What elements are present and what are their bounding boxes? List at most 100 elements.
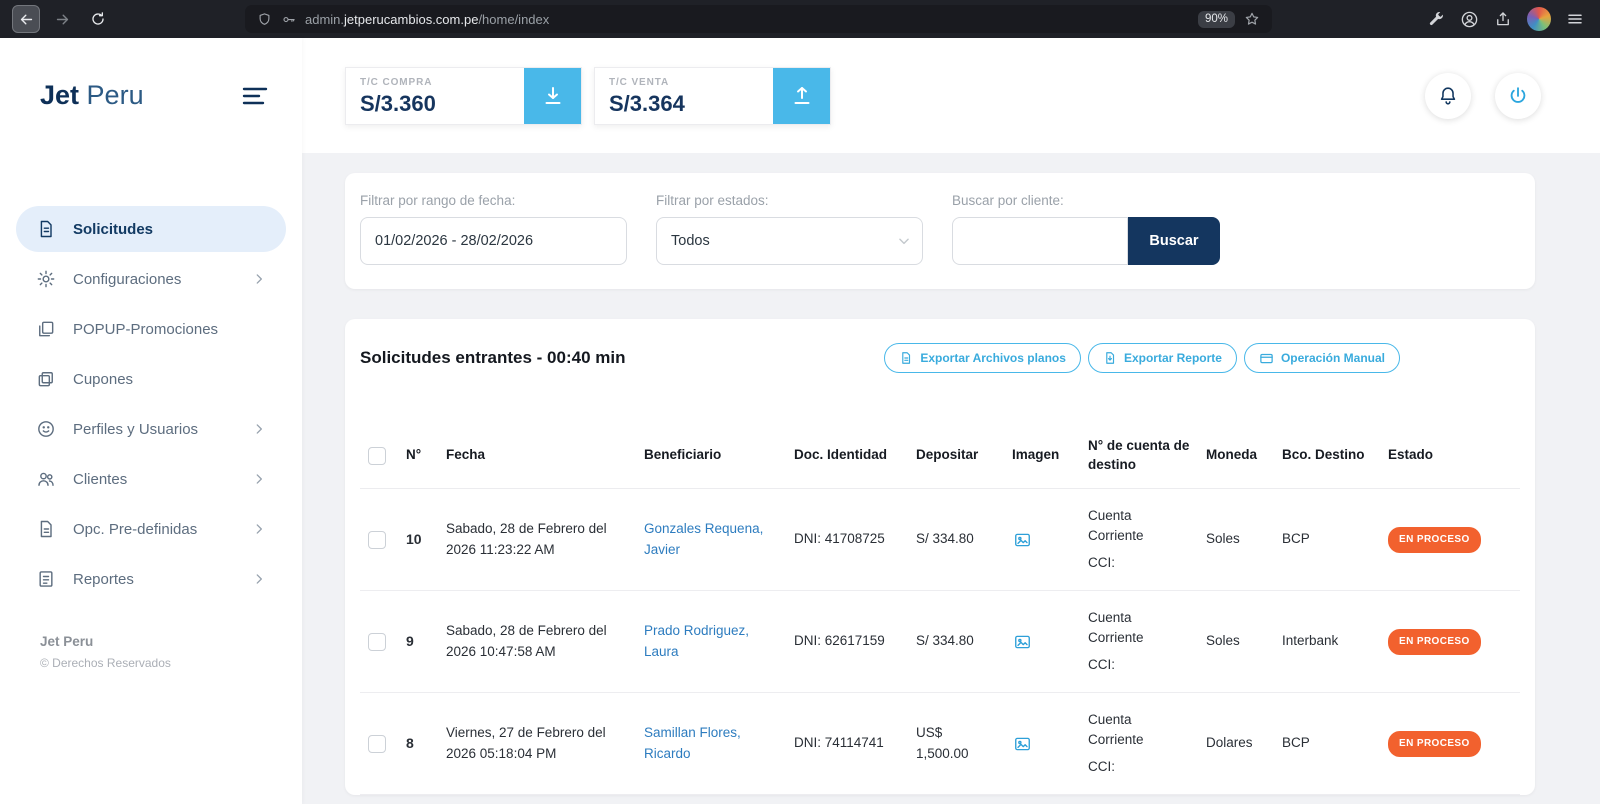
sidebar-item-label: Configuraciones [73, 270, 182, 288]
row-currency: Soles [1206, 633, 1240, 649]
power-icon [1510, 86, 1526, 103]
logout-button[interactable] [1495, 72, 1541, 119]
row-checkbox[interactable] [368, 530, 386, 549]
bookmark-star-icon[interactable] [1244, 11, 1260, 27]
sidebar-item-label: Opc. Pre-definidas [73, 520, 198, 538]
tc-venta-label: T/C VENTA [609, 76, 670, 88]
sidebar: Jet Peru Solicitudes Configuraciones POP… [0, 38, 302, 804]
sidebar-item-popup-promociones[interactable]: POPUP-Promociones [16, 306, 286, 352]
search-button[interactable]: Buscar [1128, 217, 1220, 265]
client-search-group: Buscar por cliente: Buscar [952, 193, 1220, 265]
account-cci: CCI: [1088, 555, 1115, 571]
row-image-icon[interactable] [1012, 735, 1074, 753]
table-title: Solicitudes entrantes - 00:40 min [360, 348, 626, 367]
wrench-icon[interactable] [1427, 10, 1445, 28]
logo-primary: Jet [40, 80, 80, 110]
top-header: T/C COMPRA S/3.360 T/C VENTA S/3.364 [302, 38, 1600, 153]
sidebar-item-solicitudes[interactable]: Solicitudes [16, 206, 286, 252]
requests-table: N° Fecha Beneficiario Doc. Identidad Dep… [360, 423, 1520, 795]
status-badge: EN PROCESO [1388, 730, 1481, 757]
row-number: 9 [406, 633, 414, 649]
row-amount: US$ 1,500.00 [916, 725, 969, 761]
row-beneficiary-link[interactable]: Prado Rodriguez, Laura [644, 621, 794, 662]
sidebar-item-perfiles-usuarios[interactable]: Perfiles y Usuarios [16, 406, 286, 452]
manual-operation-button[interactable]: Operación Manual [1243, 343, 1400, 373]
sidebar-header: Jet Peru [0, 38, 302, 153]
chevron-right-icon [252, 522, 266, 536]
tc-compra-button[interactable] [524, 67, 581, 124]
status-select[interactable]: Todos [656, 217, 923, 265]
notifications-button[interactable] [1425, 72, 1471, 119]
shield-icon[interactable] [257, 12, 272, 27]
sidebar-item-clientes[interactable]: Clientes [16, 456, 286, 502]
select-all-checkbox[interactable] [368, 446, 386, 465]
sidebar-item-configuraciones[interactable]: Configuraciones [16, 256, 286, 302]
account-icon[interactable] [1460, 10, 1479, 29]
row-account: Cuenta Corriente CCI: [1088, 506, 1206, 574]
chevron-right-icon [252, 472, 266, 486]
app-frame: Jet Peru Solicitudes Configuraciones POP… [0, 38, 1600, 804]
sidebar-item-label: Perfiles y Usuarios [73, 420, 199, 438]
chevron-right-icon [252, 272, 266, 286]
chevron-down-icon [897, 234, 911, 253]
url-subdomain: admin. [305, 11, 345, 27]
row-beneficiary-link[interactable]: Samillan Flores, Ricardo [644, 723, 794, 764]
tc-venta-button[interactable] [773, 67, 830, 124]
address-bar[interactable]: admin.jetperucambios.com.pe/home/index 9… [245, 5, 1272, 33]
row-currency: Soles [1206, 531, 1240, 547]
bell-icon [1440, 86, 1456, 105]
footer-brand: Jet Peru [40, 634, 94, 649]
row-bank: BCP [1282, 735, 1310, 751]
action-label: Exportar Reporte [1123, 351, 1222, 365]
sidebar-item-opc-predefinidas[interactable]: Opc. Pre-definidas [16, 506, 286, 552]
upload-arrow-icon [794, 86, 809, 104]
sidebar-item-cupones[interactable]: Cupones [16, 356, 286, 402]
status-select-value: Todos [671, 233, 710, 249]
column-header: Depositar [916, 447, 979, 463]
share-icon[interactable] [1494, 10, 1512, 28]
action-label: Exportar Archivos planos [920, 351, 1066, 365]
row-amount: S/ 334.80 [916, 633, 974, 649]
document-icon [40, 520, 52, 538]
popup-windows-icon [39, 321, 54, 337]
status-filter-group: Filtrar por estados: Todos [656, 193, 923, 265]
browser-refresh-button[interactable] [84, 5, 112, 33]
key-icon[interactable] [281, 12, 296, 27]
status-badge: EN PROCESO [1388, 628, 1481, 655]
browser-back-button[interactable] [12, 5, 40, 33]
client-search-input[interactable] [952, 217, 1128, 265]
zoom-level-badge[interactable]: 90% [1197, 10, 1235, 28]
status-filter-label: Filtrar por estados: [656, 193, 769, 208]
browser-forward-button[interactable] [48, 5, 76, 33]
tc-compra-value: S/3.360 [360, 90, 436, 116]
row-beneficiary-link[interactable]: Gonzales Requena, Javier [644, 519, 794, 560]
date-filter-group: Filtrar por rango de fecha: [360, 193, 627, 265]
tc-venta-text: T/C VENTA S/3.364 [595, 68, 773, 124]
browser-menu-icon[interactable] [1566, 10, 1584, 28]
column-header: N° de cuenta de destino [1088, 438, 1190, 472]
row-doc-id: DNI: 41708725 [794, 531, 885, 547]
browser-right-icons [1427, 7, 1588, 31]
profile-avatar[interactable] [1527, 7, 1551, 31]
date-range-input[interactable] [360, 217, 627, 265]
export-report-button[interactable]: Exportar Reporte [1087, 343, 1237, 373]
row-checkbox[interactable] [368, 632, 386, 651]
page-content: Filtrar por rango de fecha: Filtrar por … [302, 153, 1600, 804]
gear-icon [37, 270, 55, 288]
row-amount: S/ 334.80 [916, 531, 974, 547]
action-label: Operación Manual [1280, 351, 1385, 365]
app-logo[interactable]: Jet Peru [40, 80, 144, 111]
row-account: Cuenta Corriente CCI: [1088, 608, 1206, 676]
row-image-icon[interactable] [1012, 531, 1074, 549]
sidebar-item-reportes[interactable]: Reportes [16, 556, 286, 602]
account-type: Cuenta Corriente [1088, 507, 1144, 543]
header-actions [1425, 72, 1541, 119]
export-flat-files-button[interactable]: Exportar Archivos planos [884, 343, 1081, 373]
column-header: Beneficiario [644, 447, 722, 463]
row-number: 10 [406, 531, 422, 547]
sidebar-nav: Solicitudes Configuraciones POPUP-Promoc… [0, 153, 302, 602]
row-checkbox[interactable] [368, 734, 386, 753]
row-image-icon[interactable] [1012, 633, 1074, 651]
row-number: 8 [406, 735, 414, 751]
sidebar-toggle-button[interactable] [242, 85, 268, 107]
